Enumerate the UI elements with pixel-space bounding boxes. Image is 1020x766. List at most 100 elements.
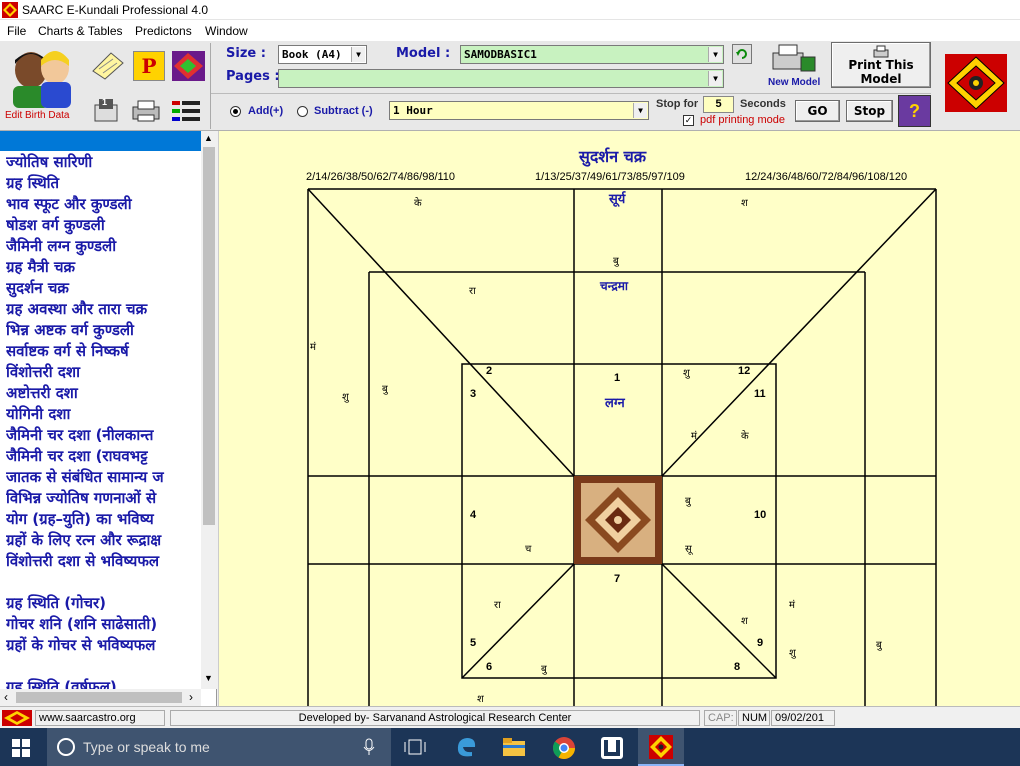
- sidebar-item[interactable]: भाव स्फूट और कुण्डली: [6, 194, 201, 215]
- kundali-logo-icon: [945, 54, 1007, 112]
- planet-label: सूर्य: [609, 191, 626, 206]
- add-radio[interactable]: [230, 106, 241, 117]
- title-bar: SAARC E-Kundali Professional 4.0: [0, 0, 1020, 20]
- sidebar-item[interactable]: जैमिनी चर दशा (राघवभट्ट: [6, 446, 201, 467]
- status-date: 09/02/201: [771, 710, 835, 726]
- sidebar-item[interactable]: ग्रहों के गोचर से भविष्यफल: [6, 635, 201, 656]
- toolbar: Edit Birth Data P 1 Size : Book (A4) ▼ M…: [0, 41, 1020, 131]
- sidebar-item[interactable]: योग (ग्रह–युति) का भविष्य: [6, 509, 201, 530]
- help-book-button[interactable]: ?: [898, 95, 931, 127]
- status-bar: www.saarcastro.org Developed by- Sarvana…: [0, 706, 1020, 728]
- microphone-icon[interactable]: [363, 738, 375, 756]
- sidebar-item[interactable]: जैमिनी लग्न कुण्डली: [6, 236, 201, 257]
- sidebar-item[interactable]: विंशोत्तरी दशा: [6, 362, 201, 383]
- house-number: 2: [486, 365, 493, 377]
- pdf-mode-checkbox[interactable]: ✓: [683, 115, 694, 126]
- print-this-model-button[interactable]: Print This Model: [831, 42, 931, 88]
- store-app-icon[interactable]: [600, 736, 624, 760]
- model-select-value: SAMODBASIC1: [464, 48, 537, 61]
- subtract-radio-label: Subtract (-): [314, 105, 373, 117]
- sidebar-item[interactable]: ग्रहों के लिए रत्न और रूद्राक्ष: [6, 530, 201, 551]
- chart-title: सुदर्शन चक्र: [579, 147, 647, 166]
- subtract-radio[interactable]: [297, 106, 308, 117]
- sidebar-item[interactable]: ग्रह स्थिति (गोचर): [6, 593, 201, 614]
- go-button[interactable]: GO: [795, 100, 840, 122]
- stop-button[interactable]: Stop: [846, 100, 893, 122]
- chevron-down-icon: ▼: [633, 103, 647, 118]
- sidebar-item[interactable]: ग्रह स्थिति: [6, 173, 201, 194]
- interval-select-value: 1 Hour: [393, 104, 433, 117]
- sidebar-item[interactable]: [6, 131, 201, 152]
- cortana-icon: [57, 738, 75, 756]
- new-model-button[interactable]: New Model: [765, 43, 827, 89]
- notes-icon[interactable]: [89, 49, 127, 83]
- sidebar-item[interactable]: ग्रह अवस्था और तारा चक्र: [6, 299, 201, 320]
- people-icon: [13, 51, 71, 108]
- planet-label: मं: [789, 600, 795, 611]
- chrome-browser-icon[interactable]: [552, 736, 576, 760]
- page-number-label: 1: [102, 97, 108, 107]
- sidebar-item[interactable]: विभिन्न ज्योतिष गणनाओं से: [6, 488, 201, 509]
- sidebar-item[interactable]: जातक से संबंधित सामान्य ज: [6, 467, 201, 488]
- planet-label: शु: [683, 368, 690, 379]
- scroll-right-icon[interactable]: ›: [189, 690, 193, 704]
- menu-file[interactable]: File: [7, 24, 26, 38]
- sidebar-item[interactable]: अष्टोत्तरी दशा: [6, 383, 201, 404]
- planet-label: के: [414, 198, 422, 209]
- menu-charts-tables[interactable]: Charts & Tables: [38, 24, 123, 38]
- sidebar-item[interactable]: ज्योतिष सारिणी: [6, 152, 201, 173]
- scroll-left-icon[interactable]: ‹: [4, 690, 8, 704]
- sidebar-item[interactable]: विंशोत्तरी दशा से भविष्यफल: [6, 551, 201, 572]
- panchang-icon[interactable]: P: [133, 51, 165, 81]
- seconds-label: Seconds: [740, 98, 786, 110]
- planet-label: श: [741, 616, 748, 627]
- planet-label: चन्द्रमा: [600, 279, 628, 293]
- toolbar-divider: [210, 43, 211, 129]
- file-explorer-icon[interactable]: [502, 737, 526, 757]
- planet-label: बु: [541, 664, 547, 675]
- printer-icon[interactable]: [131, 99, 161, 123]
- model-select[interactable]: SAMODBASIC1 ▼: [460, 45, 724, 64]
- search-box[interactable]: Type or speak to me: [47, 728, 391, 766]
- list-vertical-scrollbar[interactable]: ▲ ▼: [201, 131, 217, 689]
- hscroll-thumb[interactable]: [16, 692, 182, 703]
- help-icon: ?: [909, 101, 920, 121]
- sidebar-item[interactable]: योगिनी दशा: [6, 404, 201, 425]
- planet-label: रा: [494, 600, 501, 611]
- print-model-label-2: Model: [860, 72, 902, 86]
- page-number-icon[interactable]: 1: [92, 97, 120, 125]
- menu-window[interactable]: Window: [205, 24, 248, 38]
- interval-select[interactable]: 1 Hour ▼: [389, 101, 649, 120]
- stop-for-input[interactable]: 5: [703, 96, 734, 113]
- sidebar-item[interactable]: सुदर्शन चक्र: [6, 278, 201, 299]
- sidebar-item[interactable]: सर्वाष्टक वर्ग से निष्कर्ष: [6, 341, 201, 362]
- sidebar-item[interactable]: [6, 656, 201, 677]
- sidebar-item[interactable]: [6, 572, 201, 593]
- stop-for-label: Stop for: [656, 98, 699, 110]
- list-horizontal-scrollbar[interactable]: ‹ ›: [0, 689, 201, 706]
- scroll-up-icon[interactable]: ▲: [204, 133, 213, 143]
- list-settings-icon[interactable]: [170, 99, 202, 123]
- refresh-model-button[interactable]: [732, 44, 752, 64]
- edge-browser-icon[interactable]: [455, 736, 477, 758]
- menu-predictons[interactable]: Predictons: [135, 24, 192, 38]
- size-select[interactable]: Book (A4) ▼: [278, 45, 367, 64]
- planet-label: श: [741, 198, 748, 209]
- taskbar-kundali-app[interactable]: [638, 728, 684, 766]
- planet-label: शु: [789, 648, 796, 659]
- task-view-icon[interactable]: [404, 739, 426, 755]
- pages-select[interactable]: ▼: [278, 69, 724, 88]
- sidebar-item[interactable]: भिन्न अष्टक वर्ग कुण्डली: [6, 320, 201, 341]
- sidebar-item[interactable]: जैमिनी चर दशा (नीलकान्त: [6, 425, 201, 446]
- search-placeholder: Type or speak to me: [83, 739, 210, 755]
- windows-start-icon[interactable]: [12, 739, 30, 757]
- sidebar-item[interactable]: गोचर शनि (शनि साढेसाती): [6, 614, 201, 635]
- sidebar-item[interactable]: षोडश वर्ग कुण्डली: [6, 215, 201, 236]
- report-list[interactable]: ज्योतिष सारिणी ग्रह स्थिति भाव स्फूट और कु…: [0, 131, 217, 706]
- planet-label: शु: [342, 392, 349, 403]
- scroll-down-icon[interactable]: ▼: [204, 673, 213, 683]
- edit-birth-data-button[interactable]: Edit Birth Data: [3, 44, 83, 124]
- scroll-thumb[interactable]: [203, 147, 215, 525]
- sidebar-item[interactable]: ग्रह मैत्री चक्र: [6, 257, 201, 278]
- kundali-grid-icon[interactable]: [172, 51, 205, 81]
